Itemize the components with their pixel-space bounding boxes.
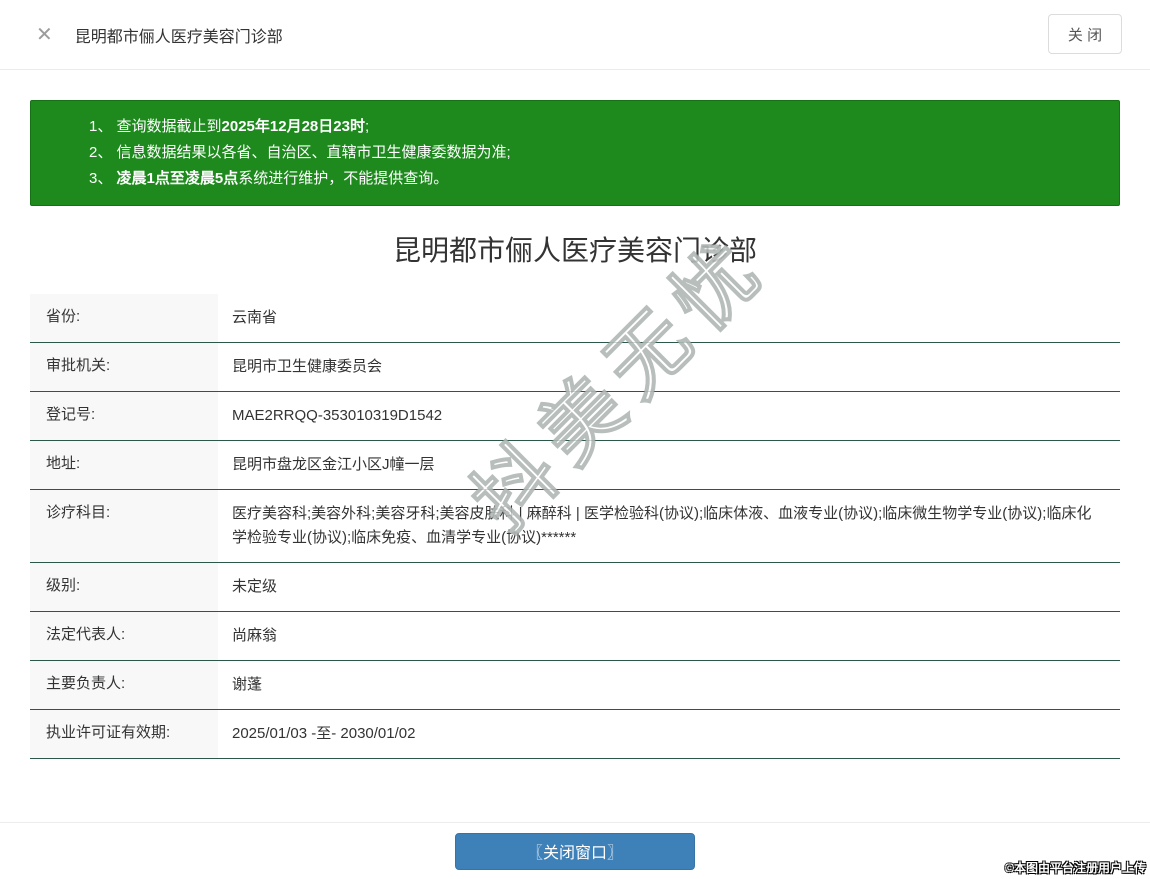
row-value: 医疗美容科;美容外科;美容牙科;美容皮肤科 | 麻醉科 | 医学检验科(协议);… bbox=[232, 505, 1092, 546]
clinic-detail-page: ✕ 昆明都市俪人医疗美容门诊部 关 闭 1、 查询数据截止到2025年12月28… bbox=[0, 0, 1150, 879]
page-header-title: 昆明都市俪人医疗美容门诊部 bbox=[74, 28, 283, 46]
close-window-button[interactable]: 〖关闭窗口〗 bbox=[455, 832, 695, 870]
notice-line: 2、 信息数据结果以各省、自治区、直辖市卫生健康委数据为准; bbox=[89, 144, 511, 161]
table-row: 主要负责人: 谢蓬 bbox=[30, 661, 1120, 710]
row-label: 地址: bbox=[30, 441, 218, 489]
notice-line: 3、 凌晨1点至凌晨5点系统进行维护，不能提供查询。 bbox=[89, 170, 449, 187]
close-icon[interactable]: ✕ bbox=[36, 25, 53, 45]
table-row: 执业许可证有效期: 2025/01/03 -至- 2030/01/02 bbox=[30, 710, 1120, 759]
row-value: 昆明市卫生健康委员会 bbox=[232, 358, 383, 375]
row-label: 执业许可证有效期: bbox=[30, 710, 218, 758]
row-value: 昆明市盘龙区金江小区J幢一层 bbox=[232, 456, 435, 473]
table-row: 诊疗科目: 医疗美容科;美容外科;美容牙科;美容皮肤科 | 麻醉科 | 医学检验科… bbox=[30, 490, 1120, 563]
row-label: 审批机关: bbox=[30, 343, 218, 391]
table-row: 法定代表人: 尚麻翁 bbox=[30, 612, 1120, 661]
row-label: 省份: bbox=[30, 294, 218, 342]
row-value: 云南省 bbox=[232, 309, 278, 326]
close-button[interactable]: 关 闭 bbox=[1048, 14, 1122, 54]
table-row: 审批机关: 昆明市卫生健康委员会 bbox=[30, 343, 1120, 392]
row-value: 尚麻翁 bbox=[232, 627, 278, 644]
table-row: 地址: 昆明市盘龙区金江小区J幢一层 bbox=[30, 441, 1120, 490]
row-value: MAE2RRQQ-353010319D1542 bbox=[232, 407, 443, 424]
table-row: 省份: 云南省 bbox=[30, 294, 1120, 343]
row-label: 登记号: bbox=[30, 392, 218, 440]
notice-box: 1、 查询数据截止到2025年12月28日23时; 2、 信息数据结果以各省、自治… bbox=[30, 100, 1120, 206]
row-label: 法定代表人: bbox=[30, 612, 218, 660]
row-label: 级别: bbox=[30, 563, 218, 611]
table-row: 级别: 未定级 bbox=[30, 563, 1120, 612]
row-label: 主要负责人: bbox=[30, 661, 218, 709]
row-value: 谢蓬 bbox=[232, 676, 263, 693]
row-value: 2025/01/03 -至- 2030/01/02 bbox=[232, 725, 416, 742]
info-table: 省份: 云南省 审批机关: 昆明市卫生健康委员会 登记号: MAE2RRQQ-353010… bbox=[30, 294, 1120, 759]
clinic-title: 昆明都市俪人医疗美容门诊部 bbox=[392, 235, 757, 266]
table-row: 登记号: MAE2RRQQ-353010319D1542 bbox=[30, 392, 1120, 441]
notice-line: 1、 查询数据截止到2025年12月28日23时; bbox=[89, 118, 370, 135]
row-label: 诊疗科目: bbox=[30, 490, 218, 562]
row-value: 未定级 bbox=[232, 578, 278, 595]
footer: 〖关闭窗口〗 bbox=[0, 822, 1150, 879]
header: ✕ 昆明都市俪人医疗美容门诊部 关 闭 bbox=[0, 0, 1150, 70]
